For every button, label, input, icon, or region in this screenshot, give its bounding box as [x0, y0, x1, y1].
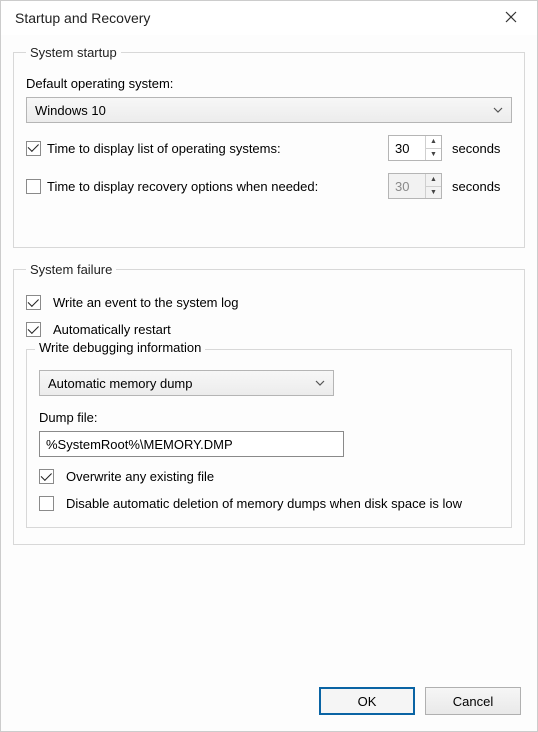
display-os-list-unit: seconds	[452, 141, 512, 156]
auto-restart-row: Automatically restart	[26, 322, 512, 337]
disable-deletion-checkbox[interactable]	[39, 496, 54, 511]
cancel-button-label: Cancel	[453, 694, 493, 709]
chevron-down-icon	[493, 105, 503, 115]
dialog-content: System startup Default operating system:…	[1, 35, 537, 673]
spinner-buttons: ▲ ▼	[425, 174, 441, 198]
default-os-label: Default operating system:	[26, 76, 512, 91]
write-debugging-legend: Write debugging information	[35, 340, 205, 355]
write-event-row: Write an event to the system log	[26, 295, 512, 310]
auto-restart-checkbox[interactable]	[26, 322, 41, 337]
display-recovery-row: Time to display recovery options when ne…	[26, 173, 512, 199]
spinner-down-icon: ▼	[426, 187, 441, 199]
cancel-button[interactable]: Cancel	[425, 687, 521, 715]
close-icon	[505, 11, 517, 26]
default-os-value: Windows 10	[35, 103, 106, 118]
ok-button-label: OK	[358, 694, 377, 709]
display-recovery-checkbox[interactable]	[26, 179, 41, 194]
overwrite-label: Overwrite any existing file	[66, 469, 214, 484]
overwrite-checkbox[interactable]	[39, 469, 54, 484]
display-os-list-checkbox[interactable]	[26, 141, 41, 156]
spinner-down-icon[interactable]: ▼	[426, 149, 441, 161]
dump-type-value: Automatic memory dump	[48, 376, 193, 391]
spinner-buttons: ▲ ▼	[425, 136, 441, 160]
display-os-list-value: 30	[389, 136, 425, 160]
display-os-list-spinner[interactable]: 30 ▲ ▼	[388, 135, 442, 161]
auto-restart-label: Automatically restart	[53, 322, 171, 337]
system-startup-legend: System startup	[26, 45, 121, 60]
window-title: Startup and Recovery	[15, 10, 150, 26]
startup-recovery-dialog: Startup and Recovery System startup Defa…	[0, 0, 538, 732]
display-recovery-label: Time to display recovery options when ne…	[47, 179, 318, 194]
write-debugging-group: Write debugging information Automatic me…	[26, 349, 512, 528]
chevron-down-icon	[315, 378, 325, 388]
system-startup-group: System startup Default operating system:…	[13, 45, 525, 248]
spinner-up-icon[interactable]: ▲	[426, 136, 441, 149]
write-event-label: Write an event to the system log	[53, 295, 238, 310]
dump-file-value: %SystemRoot%\MEMORY.DMP	[46, 437, 233, 452]
overwrite-row: Overwrite any existing file	[39, 469, 499, 484]
dump-file-input[interactable]: %SystemRoot%\MEMORY.DMP	[39, 431, 344, 457]
default-os-combobox[interactable]: Windows 10	[26, 97, 512, 123]
close-button[interactable]	[495, 6, 527, 30]
spinner-up-icon: ▲	[426, 174, 441, 187]
dump-type-combobox[interactable]: Automatic memory dump	[39, 370, 334, 396]
display-recovery-unit: seconds	[452, 179, 512, 194]
display-recovery-spinner: 30 ▲ ▼	[388, 173, 442, 199]
display-os-list-row: Time to display list of operating system…	[26, 135, 512, 161]
disable-deletion-row: Disable automatic deletion of memory dum…	[39, 496, 499, 511]
ok-button[interactable]: OK	[319, 687, 415, 715]
display-os-list-label: Time to display list of operating system…	[47, 141, 281, 156]
write-event-checkbox[interactable]	[26, 295, 41, 310]
disable-deletion-label: Disable automatic deletion of memory dum…	[66, 496, 462, 511]
titlebar: Startup and Recovery	[1, 1, 537, 35]
dump-file-label: Dump file:	[39, 410, 499, 425]
system-failure-legend: System failure	[26, 262, 116, 277]
dialog-buttons: OK Cancel	[1, 673, 537, 731]
display-recovery-value: 30	[389, 174, 425, 198]
system-failure-group: System failure Write an event to the sys…	[13, 262, 525, 545]
